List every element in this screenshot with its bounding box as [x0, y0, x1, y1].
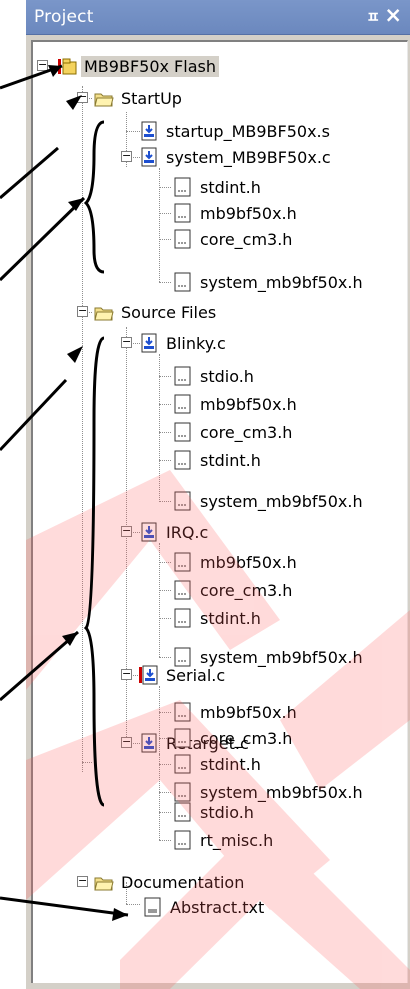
blinky-dep-label: core_cm3.h: [200, 422, 293, 442]
annotation-margin: [0, 0, 26, 989]
collapse-retarget-toggle[interactable]: −: [121, 736, 132, 748]
system-dep-item[interactable]: mb9bf50x.h: [173, 200, 300, 226]
tree-item-abstract[interactable]: Abstract.txt: [143, 894, 267, 920]
header-file-icon: [173, 580, 193, 600]
blinky-dep-item[interactable]: system_mb9bf50x.h: [173, 488, 366, 514]
header-file-icon: [173, 728, 193, 748]
system-dep-item[interactable]: system_mb9bf50x.h: [173, 269, 366, 295]
tree-item-startup[interactable]: StartUp: [94, 85, 185, 111]
blinky-dep-label: mb9bf50x.h: [200, 394, 297, 414]
blinky-dep-item[interactable]: mb9bf50x.h: [173, 391, 300, 417]
system-dep-label: system_mb9bf50x.h: [200, 272, 363, 292]
serial-dep-label: core_cm3.h: [200, 728, 293, 748]
header-file-icon: [173, 647, 193, 667]
system-file-label: system_MB9BF50x.c: [166, 147, 331, 167]
collapse-documentation-toggle[interactable]: −: [77, 875, 88, 887]
collapse-source-toggle[interactable]: −: [77, 305, 88, 317]
system-dep-label: stdint.h: [200, 177, 261, 197]
close-icon[interactable]: ×: [384, 3, 402, 27]
header-file-icon: [173, 552, 193, 572]
irq-dep-item[interactable]: core_cm3.h: [173, 577, 295, 603]
folder-open-icon: [94, 88, 114, 108]
header-file-icon: [173, 366, 193, 386]
system-dep-label: mb9bf50x.h: [200, 203, 297, 223]
c-source-file-icon: [139, 147, 159, 167]
tree-item-source-files[interactable]: Source Files: [94, 299, 219, 325]
blinky-dep-item[interactable]: stdio.h: [173, 363, 257, 389]
c-source-file-icon: [139, 522, 159, 542]
blinky-dep-label: stdint.h: [200, 450, 261, 470]
system-dep-label: core_cm3.h: [200, 229, 293, 249]
collapse-startup-toggle[interactable]: −: [77, 91, 88, 103]
header-file-icon: [173, 203, 193, 223]
source-files-label: Source Files: [121, 302, 217, 322]
project-panel: Project ㅍ × − − − − − − − − − MB9BF50x F…: [26, 0, 410, 989]
folder-open-icon: [94, 872, 114, 892]
header-file-icon: [173, 608, 193, 628]
serial-dep-item[interactable]: core_cm3.h: [173, 725, 295, 751]
header-file-icon: [173, 802, 193, 822]
tree-item-root[interactable]: MB9BF50x Flash: [57, 53, 219, 79]
tree-item-system-file[interactable]: system_MB9BF50x.c: [139, 144, 334, 170]
header-file-icon: [173, 272, 193, 292]
serial-dep-item[interactable]: stdint.h: [173, 751, 264, 777]
retarget-dep-label: stdio.h: [200, 802, 254, 822]
abstract-label: Abstract.txt: [170, 897, 265, 917]
irq-dep-item[interactable]: mb9bf50x.h: [173, 549, 300, 575]
serial-dep-label: mb9bf50x.h: [200, 702, 297, 722]
system-dep-item[interactable]: core_cm3.h: [173, 226, 295, 252]
tree-item-documentation[interactable]: Documentation: [94, 869, 247, 895]
collapse-irq-toggle[interactable]: −: [121, 525, 132, 537]
collapse-blinky-toggle[interactable]: −: [121, 336, 132, 348]
blinky-label: Blinky.c: [166, 333, 226, 353]
retarget-dep-label: rt_misc.h: [200, 830, 274, 850]
header-file-icon: [173, 450, 193, 470]
header-file-icon: [173, 702, 193, 722]
retarget-dep-item[interactable]: stdio.h: [173, 799, 257, 825]
text-file-icon: [143, 897, 163, 917]
header-file-icon: [173, 830, 193, 850]
irq-dep-label: stdint.h: [200, 608, 261, 628]
documentation-label: Documentation: [121, 872, 245, 892]
header-file-icon: [173, 177, 193, 197]
folder-open-icon: [94, 302, 114, 322]
c-source-file-icon: [139, 121, 159, 141]
project-icon: [57, 56, 77, 76]
tree-item-startup-file[interactable]: startup_MB9BF50x.s: [139, 118, 333, 144]
blinky-dep-label: system_mb9bf50x.h: [200, 491, 363, 511]
system-dep-item[interactable]: stdint.h: [173, 174, 264, 200]
blinky-dep-item[interactable]: stdint.h: [173, 447, 264, 473]
irq-dep-label: system_mb9bf50x.h: [200, 647, 363, 667]
serial-dep-label: stdint.h: [200, 754, 261, 774]
irq-dep-item[interactable]: system_mb9bf50x.h: [173, 644, 366, 670]
irq-dep-label: core_cm3.h: [200, 580, 293, 600]
panel-titlebar: Project ㅍ ×: [26, 0, 410, 35]
serial-dep-item[interactable]: mb9bf50x.h: [173, 699, 300, 725]
tree-item-blinky[interactable]: Blinky.c: [139, 330, 229, 356]
panel-title: Project: [34, 7, 94, 27]
root-label: MB9BF50x Flash: [81, 55, 219, 77]
blinky-dep-item[interactable]: core_cm3.h: [173, 419, 295, 445]
header-file-icon: [173, 754, 193, 774]
pin-icon[interactable]: ㅍ: [366, 6, 380, 27]
header-file-icon: [173, 491, 193, 511]
blinky-dep-label: stdio.h: [200, 366, 254, 386]
startup-file-label: startup_MB9BF50x.s: [166, 121, 330, 141]
header-file-icon: [173, 394, 193, 414]
collapse-serial-toggle[interactable]: −: [121, 668, 132, 680]
header-file-icon: [173, 229, 193, 249]
irq-dep-label: mb9bf50x.h: [200, 552, 297, 572]
collapse-root-toggle[interactable]: −: [37, 59, 48, 71]
tree-item-irq[interactable]: IRQ.c: [139, 519, 211, 545]
c-source-file-icon: [139, 733, 159, 753]
c-source-file-icon: [139, 665, 159, 685]
c-source-file-icon: [139, 333, 159, 353]
irq-dep-item[interactable]: stdint.h: [173, 605, 264, 631]
header-file-icon: [173, 422, 193, 442]
collapse-system-toggle[interactable]: −: [121, 150, 132, 162]
irq-label: IRQ.c: [166, 522, 209, 542]
retarget-dep-item[interactable]: rt_misc.h: [173, 827, 276, 853]
project-tree: − − − − − − − − − MB9BF50x Flash StartUp…: [31, 40, 408, 983]
startup-label: StartUp: [121, 88, 182, 108]
